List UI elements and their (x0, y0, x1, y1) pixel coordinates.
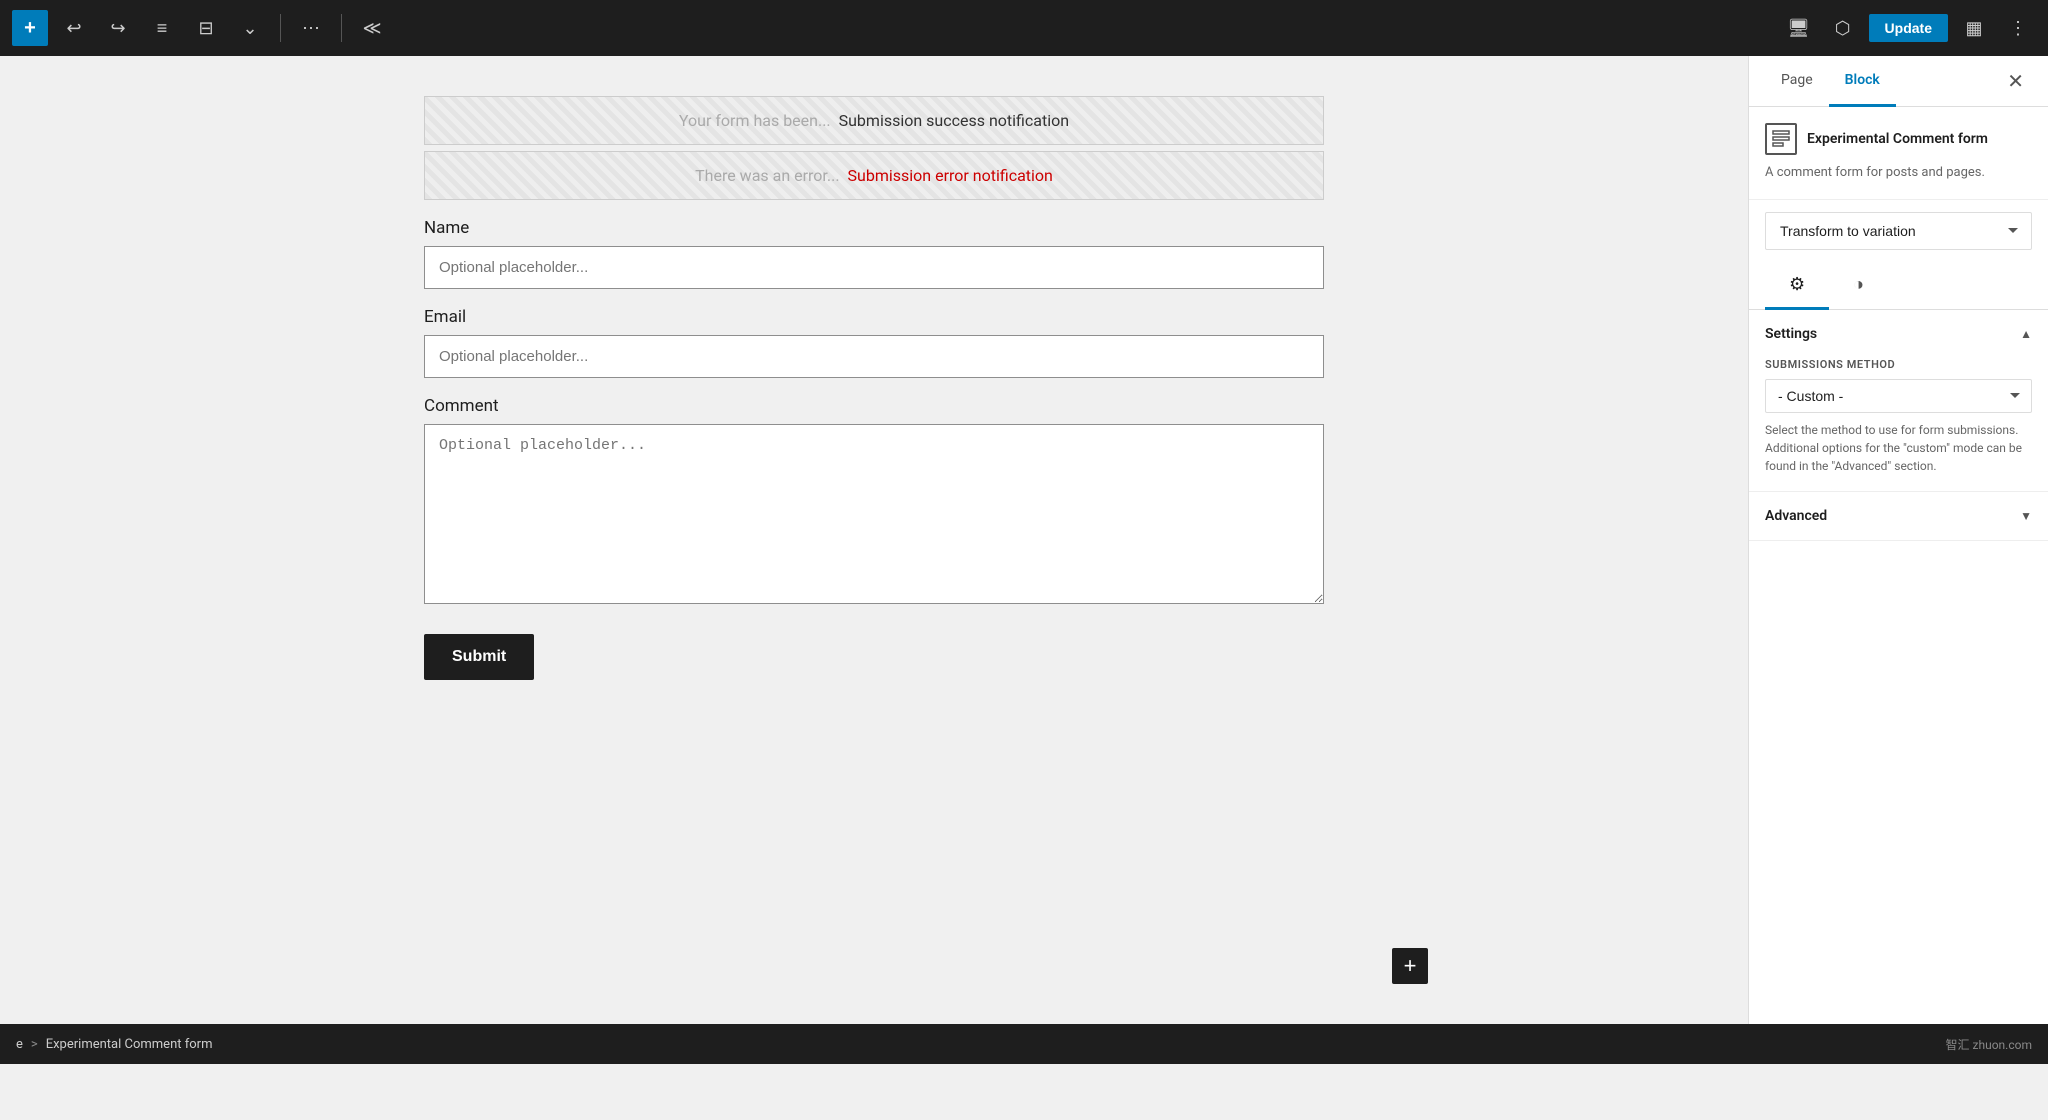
settings-section: Settings ▲ SUBMISSIONS METHOD - Custom -… (1749, 310, 2048, 492)
block-description: A comment form for posts and pages. (1765, 163, 2032, 183)
breadcrumb-separator: > (31, 1037, 38, 1052)
collapse-button[interactable]: ≪ (354, 10, 390, 46)
add-block-canvas-button[interactable]: + (1392, 948, 1428, 984)
error-text: Submission error notification (848, 166, 1053, 185)
comment-label: Comment (424, 396, 1324, 416)
sidebar-tab-block[interactable]: Block (1829, 56, 1896, 107)
name-input[interactable] (424, 246, 1324, 289)
dropdown-button[interactable]: ⌄ (232, 10, 268, 46)
success-prefix: Your form has been... (679, 111, 831, 130)
email-field-group: Email (424, 307, 1324, 378)
submissions-method-label: SUBMISSIONS METHOD (1765, 358, 2032, 371)
name-field-group: Name (424, 218, 1324, 289)
toolbar: + ↩ ↪ ≡ ⊟ ⌄ ⋯ ≪ 🖥 ⬡ Update ▦ ⋮ (0, 0, 2048, 56)
settings-section-content: SUBMISSIONS METHOD - Custom - Default Em… (1749, 358, 2048, 491)
submissions-hint: Select the method to use for form submis… (1765, 421, 2032, 475)
name-label: Name (424, 218, 1324, 238)
sidebar-icon-tab-styles[interactable]: ◑ (1829, 262, 1888, 310)
advanced-section: Advanced ▼ (1749, 492, 2048, 541)
error-notification: There was an error... Submission error n… (424, 151, 1324, 200)
undo-button[interactable]: ↩ (56, 10, 92, 46)
add-block-button[interactable]: + (12, 10, 48, 46)
styles-icon: ◑ (1853, 274, 1864, 295)
settings-section-title: Settings (1765, 326, 1817, 342)
sidebar-block-info: Experimental Comment form A comment form… (1749, 107, 2048, 200)
block-icon (1765, 123, 1797, 155)
share-button[interactable]: ⬡ (1825, 10, 1861, 46)
advanced-title: Advanced (1765, 508, 1827, 524)
sidebar-toggle-button[interactable]: ▦ (1956, 10, 1992, 46)
settings-section-header[interactable]: Settings ▲ (1749, 310, 2048, 358)
breadcrumb-current: Experimental Comment form (46, 1037, 213, 1052)
update-button[interactable]: Update (1869, 14, 1948, 42)
advanced-chevron-icon: ▼ (2020, 509, 2032, 523)
advanced-section-header[interactable]: Advanced ▼ (1749, 492, 2048, 540)
sidebar-tabs: Page Block ✕ (1749, 56, 2048, 107)
toolbar-separator-2 (341, 14, 342, 42)
options-button[interactable]: ⋮ (2000, 10, 2036, 46)
align-button[interactable]: ≡ (144, 10, 180, 46)
success-text: Submission success notification (839, 111, 1069, 130)
form-wrapper: Your form has been... Submission success… (424, 96, 1324, 680)
submissions-method-select[interactable]: - Custom - Default Email Database (1765, 379, 2032, 413)
more-button[interactable]: ⋯ (293, 10, 329, 46)
sidebar-tab-page[interactable]: Page (1765, 56, 1829, 107)
comment-field-group: Comment (424, 396, 1324, 608)
main-layout: Your form has been... Submission success… (0, 56, 2048, 1064)
error-prefix: There was an error... (695, 166, 839, 185)
settings-chevron-icon: ▲ (2020, 327, 2032, 341)
view-button[interactable]: ⊟ (188, 10, 224, 46)
breadcrumb-parent: e (16, 1037, 23, 1052)
toolbar-separator-1 (280, 14, 281, 42)
breadcrumb-watermark: 智汇 zhuon.com (1946, 1036, 2032, 1053)
comment-textarea[interactable] (424, 424, 1324, 604)
sidebar-close-button[interactable]: ✕ (1999, 56, 2032, 106)
canvas-area: Your form has been... Submission success… (0, 56, 1748, 1064)
email-label: Email (424, 307, 1324, 327)
view-toggle-button[interactable]: 🖥 (1781, 10, 1817, 46)
email-input[interactable] (424, 335, 1324, 378)
success-notification: Your form has been... Submission success… (424, 96, 1324, 145)
block-header: Experimental Comment form (1765, 123, 2032, 155)
block-title: Experimental Comment form (1807, 131, 1988, 147)
breadcrumb: e > Experimental Comment form 智汇 zhuon.c… (0, 1024, 2048, 1064)
settings-icon: ⚙ (1789, 274, 1805, 295)
redo-button[interactable]: ↪ (100, 10, 136, 46)
submit-button[interactable]: Submit (424, 634, 534, 680)
sidebar-icon-tab-settings[interactable]: ⚙ (1765, 262, 1829, 310)
transform-dropdown[interactable]: Transform to variation (1765, 212, 2032, 250)
sidebar: Page Block ✕ Experimental Comment form A… (1748, 56, 2048, 1064)
sidebar-icon-tabs: ⚙ ◑ (1749, 262, 2048, 310)
